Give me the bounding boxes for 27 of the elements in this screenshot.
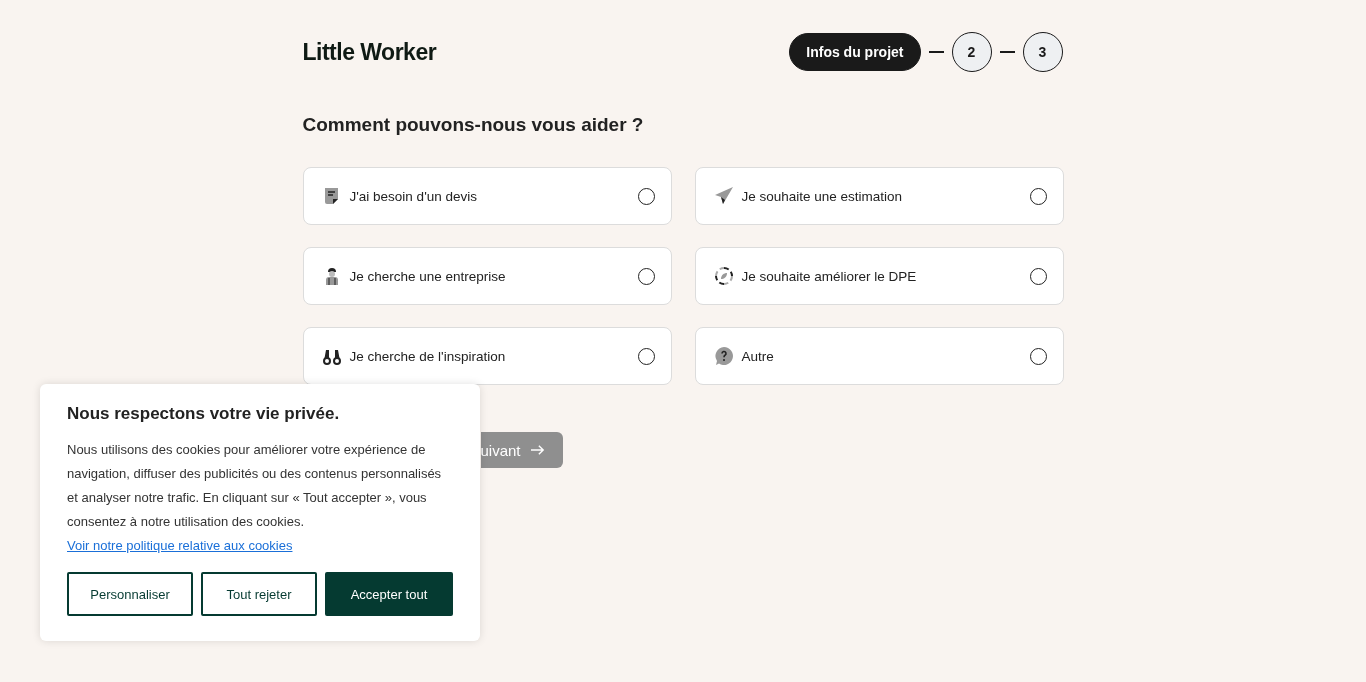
option-label: Je souhaite une estimation xyxy=(741,188,904,204)
option-card[interactable]: Je souhaite améliorer le DPE xyxy=(694,247,1064,305)
cookie-button[interactable]: Personnaliser xyxy=(67,572,193,616)
arrow-right-icon xyxy=(530,444,545,456)
question-bubble-icon xyxy=(713,346,734,366)
paper-plane-icon xyxy=(713,186,734,206)
step-circle[interactable]: 2 xyxy=(951,32,992,72)
option-card[interactable]: Je cherche une entreprise xyxy=(302,247,672,305)
option-card[interactable]: Je cherche de l'inspiration xyxy=(302,327,672,385)
cookie-policy-link[interactable]: Voir notre politique relative aux cookies xyxy=(67,538,293,553)
option-card[interactable]: Autre xyxy=(694,327,1064,385)
question-heading: Comment pouvons-nous vous aider ? xyxy=(302,114,645,137)
accept-button[interactable]: Accepter tout xyxy=(325,572,453,616)
cycle-leaf-icon xyxy=(713,266,734,286)
step-circle[interactable]: 3 xyxy=(1022,32,1063,72)
banner-text: Nous utilisons des cookies pour améliorer votre expérience de navigation, diffuser des publicités ou des contenus personnalisés et analyser notre trafic. En cliquant sur « Tout accepter », vous consentez à notre utilisation des cookies. Voir notre politique relative aux cookies xyxy=(67,441,443,555)
option-card[interactable]: Je souhaite une estimation xyxy=(694,167,1064,225)
option-label: Je cherche de l'inspiration xyxy=(349,348,507,364)
option-label: Autre xyxy=(741,348,775,364)
cookie-button[interactable]: Tout rejeter xyxy=(201,572,317,616)
option-label: J'ai besoin d'un devis xyxy=(349,188,478,204)
banner-title: Nous respectons votre vie privée. xyxy=(67,404,341,424)
step-pill[interactable]: Infos du projet xyxy=(789,33,921,71)
option-card[interactable]: J'ai besoin d'un devis xyxy=(302,167,672,225)
option-label: Je cherche une entreprise xyxy=(349,268,507,284)
logo[interactable]: Little Worker xyxy=(302,38,437,66)
option-label: Je souhaite améliorer le DPE xyxy=(741,268,918,284)
